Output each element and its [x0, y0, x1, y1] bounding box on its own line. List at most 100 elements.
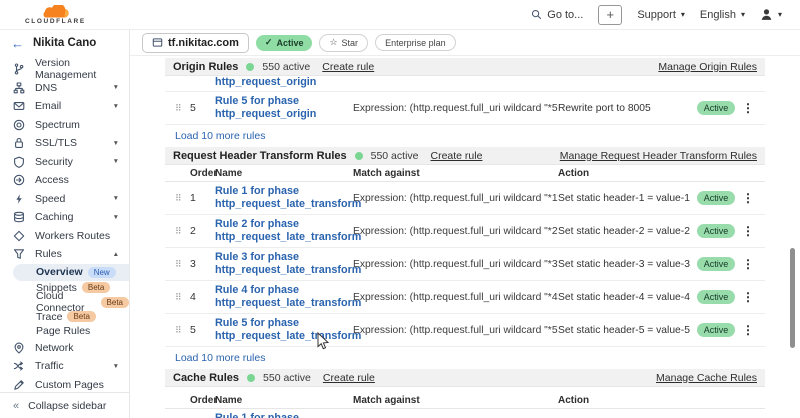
create-rule-link[interactable]: Create rule [322, 61, 374, 73]
check-icon: ✓ [265, 37, 273, 48]
sidebar-item-speed[interactable]: Speed ▼ [0, 190, 129, 209]
zone-domain: tf.nikitac.com [168, 37, 239, 49]
rule-name-link[interactable]: Rule 1 for phase http_request_cache_sett… [215, 412, 353, 418]
active-count: 550 active [263, 372, 311, 384]
sidebar-item-traffic[interactable]: Traffic ▼ [0, 357, 129, 376]
lightning-icon [13, 193, 26, 205]
section-title: Origin Rules [173, 61, 238, 73]
drag-handle-icon[interactable]: ⠿ [175, 259, 190, 270]
rule-name-link[interactable]: Rule 1 for phase http_request_late_trans… [215, 185, 353, 211]
language-menu[interactable]: English ▾ [700, 9, 745, 21]
kebab-menu-icon[interactable]: ⋮ [742, 290, 754, 304]
collapse-sidebar-label: Collapse sidebar [28, 400, 106, 412]
status-badge: Active [697, 101, 735, 115]
traffic-split-icon [13, 360, 26, 372]
drag-handle-icon[interactable]: ⠿ [175, 226, 190, 237]
cloudflare-logo[interactable]: CLOUDFLARE [25, 5, 86, 26]
column-order: Order [190, 395, 215, 406]
sidebar-item-rules-cloud-connector[interactable]: Cloud Connector Beta [0, 295, 129, 310]
drag-handle-icon[interactable]: ⠿ [175, 103, 190, 114]
rule-name-link[interactable]: Rule 2 for phase http_request_late_trans… [215, 218, 353, 244]
create-rule-link[interactable]: Create rule [431, 150, 483, 162]
status-badge: Active [697, 224, 735, 238]
app-body: ← Nikita Cano Version Management DNS ▼ E… [0, 30, 800, 418]
sidebar-item-label: DNS [35, 82, 57, 94]
account-header[interactable]: ← Nikita Cano [0, 30, 129, 56]
rule-order: 2 [190, 225, 215, 237]
rule-order: 4 [190, 291, 215, 303]
table-column-headers: Order Name Match against Action [165, 392, 765, 409]
column-match: Match against [353, 168, 558, 179]
lock-icon [13, 137, 26, 149]
sidebar-item-access[interactable]: Access [0, 171, 129, 190]
sidebar-item-network[interactable]: Network [0, 339, 129, 358]
sidebar-item-label: Page Rules [36, 325, 90, 337]
sidebar-item-rules-page-rules[interactable]: Page Rules [0, 324, 129, 339]
rule-action: Set static header-1 = value-1 [558, 193, 697, 204]
origin-rules-header: Origin Rules 550 active Create rule Mana… [165, 58, 765, 76]
sidebar-item-version-management[interactable]: Version Management [0, 60, 129, 79]
manage-header-transform-rules-link[interactable]: Manage Request Header Transform Rules [560, 150, 757, 162]
sidebar-item-caching[interactable]: Caching ▼ [0, 208, 129, 227]
sidebar-item-rules[interactable]: Rules ▲ [0, 245, 129, 264]
collapse-chevrons-icon: « [13, 400, 19, 412]
drag-handle-icon[interactable]: ⠿ [175, 193, 190, 204]
column-match: Match against [353, 395, 558, 406]
status-badge: Active [697, 323, 735, 337]
kebab-menu-icon[interactable]: ⋮ [742, 101, 754, 115]
load-more-rules-link[interactable]: Load 10 more rules [165, 347, 765, 369]
rule-order: 3 [190, 258, 215, 270]
create-rule-link[interactable]: Create rule [323, 372, 375, 384]
rule-order: 5 [190, 102, 215, 114]
star-button[interactable]: ☆ Star [319, 34, 368, 52]
zone-bar: tf.nikitac.com ✓ Active ☆ Star Enterpris… [130, 30, 800, 56]
collapse-sidebar-button[interactable]: « Collapse sidebar [0, 392, 129, 418]
load-more-rules-link[interactable]: Load 10 more rules [165, 125, 765, 147]
sidebar-item-email[interactable]: Email ▼ [0, 97, 129, 116]
rule-action: Set static header-5 = value-5 [558, 325, 697, 336]
sidebar-item-spectrum[interactable]: Spectrum [0, 116, 129, 135]
vertical-scrollbar[interactable] [790, 248, 795, 348]
workers-routes-icon [13, 230, 26, 242]
kebab-menu-icon[interactable]: ⋮ [742, 191, 754, 205]
kebab-menu-icon[interactable]: ⋮ [742, 257, 754, 271]
active-count: 550 active [371, 150, 419, 162]
add-button[interactable]: + [598, 5, 622, 25]
sidebar-item-ssl-tls[interactable]: SSL/TLS ▼ [0, 134, 129, 153]
zone-selector[interactable]: tf.nikitac.com [142, 33, 249, 53]
goto-search[interactable]: Go to... [531, 9, 583, 21]
sidebar-item-label: Access [35, 174, 69, 186]
user-menu[interactable]: ▾ [760, 8, 782, 21]
sidebar-item-workers-routes[interactable]: Workers Routes [0, 227, 129, 246]
chevron-down-icon: ▾ [778, 10, 782, 19]
chevron-down-icon: ▼ [113, 195, 119, 202]
rule-match: Expression: (http.request.full_uri wildc… [353, 292, 558, 303]
rule-name-link[interactable]: Rule 5 for phase http_request_late_trans… [215, 317, 353, 343]
back-arrow-icon[interactable]: ← [11, 36, 24, 51]
sidebar-item-rules-overview[interactable]: Overview New [13, 264, 129, 281]
table-row: ⠿ 1 Rule 1 for phase http_request_late_t… [165, 182, 765, 215]
rule-name-link[interactable]: Rule 4 for phase http_request_late_trans… [215, 284, 353, 310]
sidebar-item-security[interactable]: Security ▼ [0, 153, 129, 172]
beta-badge: Beta [67, 311, 95, 322]
sidebar-item-dns[interactable]: DNS ▼ [0, 79, 129, 98]
drag-handle-icon[interactable]: ⠿ [175, 325, 190, 336]
star-icon: ☆ [329, 37, 337, 48]
kebab-menu-icon[interactable]: ⋮ [742, 224, 754, 238]
sidebar-item-label: Network [35, 342, 74, 354]
sidebar-item-custom-pages[interactable]: Custom Pages [0, 376, 129, 393]
sidebar-item-label: SSL/TLS [35, 137, 77, 149]
rule-name-link[interactable]: http_request_origin [215, 76, 353, 88]
rule-name-link[interactable]: Rule 5 for phase http_request_origin [215, 95, 353, 121]
chevron-down-icon: ▾ [741, 10, 745, 19]
drag-handle-icon[interactable]: ⠿ [175, 292, 190, 303]
sidebar-item-label: Caching [35, 211, 74, 223]
account-name: Nikita Cano [33, 37, 96, 49]
manage-origin-rules-link[interactable]: Manage Origin Rules [658, 61, 757, 73]
section-title: Cache Rules [173, 372, 239, 384]
support-menu[interactable]: Support ▾ [637, 9, 685, 21]
kebab-menu-icon[interactable]: ⋮ [742, 323, 754, 337]
manage-cache-rules-link[interactable]: Manage Cache Rules [656, 372, 757, 384]
shield-icon [13, 156, 26, 168]
rule-name-link[interactable]: Rule 3 for phase http_request_late_trans… [215, 251, 353, 277]
